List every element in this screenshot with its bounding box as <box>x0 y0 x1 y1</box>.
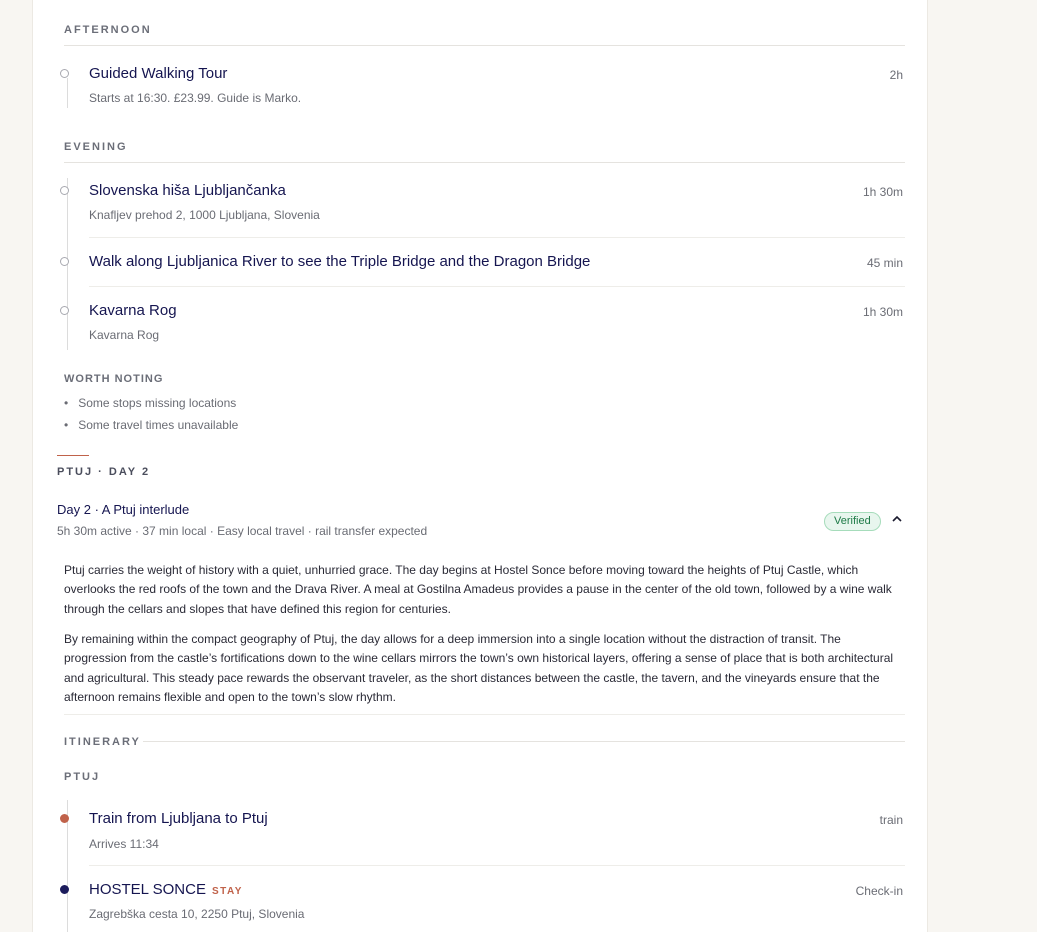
transit-arrival: Arrives 11:34 <box>89 837 159 851</box>
activity-title[interactable]: Slovenska hiša Ljubljančanka <box>89 182 286 199</box>
activity-duration: 45 min <box>866 256 903 270</box>
activity-title[interactable]: Walk along Ljubljanica River to see the … <box>89 253 590 270</box>
timeline-dot <box>60 69 69 78</box>
accent-rule <box>57 455 89 456</box>
activity-duration: 1h 30m <box>862 305 903 319</box>
day-meta: 5h 30m active · 37 min local · Easy loca… <box>57 524 428 538</box>
place-label: PTUJ <box>64 771 101 783</box>
activity-title[interactable]: Kavarna Rog <box>89 302 177 319</box>
worth-noting-label: WORTH NOTING <box>64 373 164 385</box>
activity-duration: 2h <box>889 68 903 82</box>
row-divider <box>89 286 905 287</box>
stay-checkin: Check-in <box>855 884 903 898</box>
stay-row[interactable]: HOSTEL SONCE STAY <box>89 881 243 898</box>
note-item: Some travel times unavailable <box>64 418 238 432</box>
evening-label: EVENING <box>64 141 128 153</box>
row-divider <box>89 237 905 238</box>
activity-details: Starts at 16:30. £23.99. Guide is Marko. <box>89 91 302 105</box>
day-title[interactable]: Day 2 · A Ptuj interlude <box>57 502 189 517</box>
stay-title: HOSTEL SONCE <box>89 881 206 898</box>
timeline-dot <box>60 885 69 894</box>
activity-duration: 1h 30m <box>862 185 903 199</box>
itinerary-label: ITINERARY <box>64 736 141 748</box>
day-summary-paragraph: Ptuj carries the weight of history with … <box>64 563 892 616</box>
day-summary-paragraph: By remaining within the compact geograph… <box>64 632 894 704</box>
timeline-dot <box>60 186 69 195</box>
activity-address: Kavarna Rog <box>89 328 160 342</box>
timeline-dot <box>60 814 69 823</box>
timeline-dot <box>60 306 69 315</box>
day-kicker: PTUJ · DAY 2 <box>57 466 151 478</box>
timeline-line <box>67 78 68 108</box>
day-card: AFTERNOON Guided Walking Tour Starts at … <box>32 0 928 932</box>
verified-badge: Verified <box>824 512 881 531</box>
chevron-up-icon[interactable] <box>890 512 904 526</box>
activity-address: Knafljev prehod 2, 1000 Ljubljana, Slove… <box>89 208 320 222</box>
transit-title[interactable]: Train from Ljubljana to Ptuj <box>89 810 268 827</box>
evening-divider <box>64 162 905 163</box>
afternoon-label: AFTERNOON <box>64 24 152 36</box>
afternoon-divider <box>64 45 905 46</box>
summary-divider <box>64 714 905 715</box>
stay-address: Zagrebška cesta 10, 2250 Ptuj, Slovenia <box>89 907 305 921</box>
note-item: Some stops missing locations <box>64 396 236 410</box>
timeline-dot <box>60 257 69 266</box>
activity-title[interactable]: Guided Walking Tour <box>89 65 227 82</box>
itinerary-divider <box>143 741 905 742</box>
transit-mode: train <box>879 813 903 827</box>
stay-tag: STAY <box>211 886 243 897</box>
row-divider <box>89 865 905 866</box>
